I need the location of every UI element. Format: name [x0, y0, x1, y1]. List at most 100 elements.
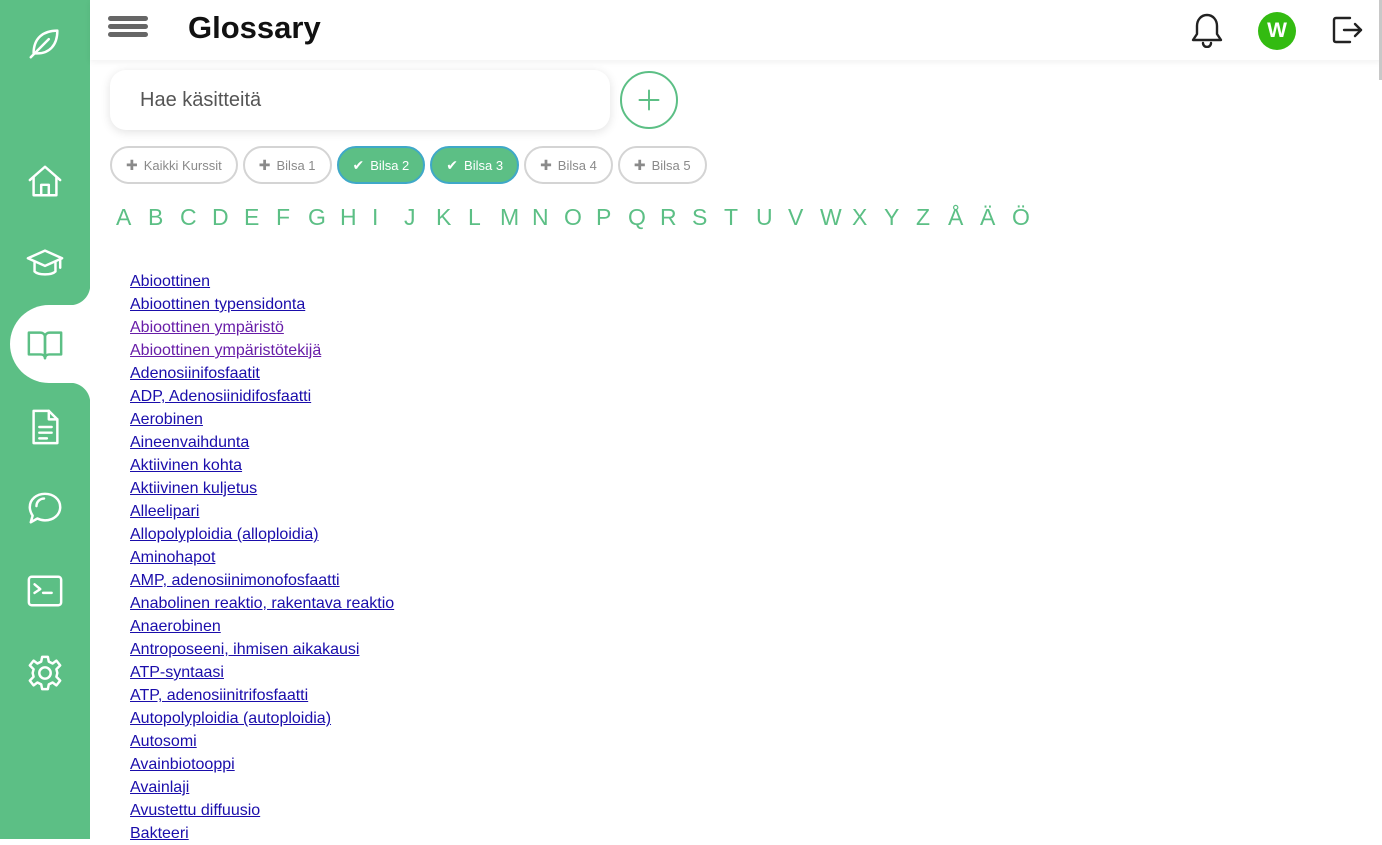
glossary-term-link[interactable]: Adenosiinifosfaatit [130, 365, 260, 382]
alphabet-letter[interactable]: B [148, 204, 180, 231]
alphabet-letter[interactable]: Ä [980, 204, 1012, 231]
glossary-term-link[interactable]: Aerobinen [130, 411, 203, 428]
filter-chip-label: Bilsa 4 [557, 157, 597, 173]
alphabet-letter[interactable]: J [404, 204, 436, 231]
list-item: Abioottinen ympäristötekijä [130, 339, 394, 362]
alphabet-letter[interactable]: S [692, 204, 724, 231]
alphabet-letter[interactable]: H [340, 204, 372, 231]
filter-chip-bilsa-4[interactable]: ✚ Bilsa 4 [524, 146, 613, 184]
list-item: Adenosiinifosfaatit [130, 362, 394, 385]
check-icon: ✔ [446, 156, 459, 173]
alphabet-letter[interactable]: O [564, 204, 596, 231]
logout-icon [1332, 16, 1363, 44]
sidebar-item-terminal[interactable] [0, 551, 90, 631]
glossary-term-link[interactable]: Avainbiotooppi [130, 756, 235, 773]
filter-chip-label: Bilsa 5 [651, 157, 691, 173]
alphabet-letter[interactable]: D [212, 204, 244, 231]
glossary-term-link[interactable]: Anaerobinen [130, 618, 221, 635]
sidebar-item-settings[interactable] [0, 633, 90, 713]
list-item: ATP-syntaasi [130, 661, 394, 684]
alphabet-letter[interactable]: N [532, 204, 564, 231]
list-item: Abioottinen typensidonta [130, 293, 394, 316]
search-input[interactable] [110, 70, 610, 130]
logout-button[interactable] [1330, 13, 1364, 47]
glossary-term-link[interactable]: Anabolinen reaktio, rakentava reaktio [130, 595, 394, 612]
list-item: Alleelipari [130, 500, 394, 523]
glossary-term-link[interactable]: Aineenvaihdunta [130, 434, 249, 451]
glossary-term-link[interactable]: Abioottinen [130, 273, 210, 290]
top-bar: Glossary W [90, 0, 1382, 60]
sidebar-logo[interactable] [0, 2, 90, 82]
glossary-term-link[interactable]: Aminohapot [130, 549, 215, 566]
alphabet-letter[interactable]: A [116, 204, 148, 231]
alphabet-letter[interactable]: M [500, 204, 532, 231]
glossary-term-link[interactable]: Aktiivinen kuljetus [130, 480, 257, 497]
alphabet-letter[interactable]: L [468, 204, 500, 231]
glossary-term-link[interactable]: Bakteeri [130, 825, 189, 842]
alphabet-letter[interactable]: R [660, 204, 692, 231]
list-item: Avustettu diffuusio [130, 799, 394, 822]
glossary-term-link[interactable]: Alleelipari [130, 503, 199, 520]
hamburger-icon-bar [108, 16, 148, 21]
notifications-button[interactable] [1190, 12, 1224, 49]
alphabet-letter[interactable]: Z [916, 204, 948, 231]
glossary-term-link[interactable]: Abioottinen ympäristötekijä [130, 342, 321, 359]
plus-icon: ✚ [540, 156, 552, 173]
add-term-button[interactable] [620, 71, 678, 129]
alphabet-letter[interactable]: Y [884, 204, 916, 231]
glossary-term-link[interactable]: AMP, adenosiinimonofosfaatti [130, 572, 340, 589]
list-item: ATP, adenosiinitrifosfaatti [130, 684, 394, 707]
filter-chip-label: Bilsa 1 [276, 157, 316, 173]
sidebar-item-home[interactable] [0, 141, 90, 221]
alphabet-letter[interactable]: I [372, 204, 404, 231]
list-item: Aineenvaihdunta [130, 431, 394, 454]
glossary-term-link[interactable]: Autopolyploidia (autoploidia) [130, 710, 331, 727]
search-box [110, 70, 610, 130]
filter-chip-bilsa-2[interactable]: ✔ Bilsa 2 [336, 146, 426, 184]
glossary-term-link[interactable]: Antroposeeni, ihmisen aikakausi [130, 641, 359, 658]
list-item: Aminohapot [130, 546, 394, 569]
terminal-icon [27, 575, 63, 607]
alphabet-letter[interactable]: W [820, 204, 852, 231]
alphabet-letter[interactable]: T [724, 204, 756, 231]
glossary-term-link[interactable]: Avustettu diffuusio [130, 802, 260, 819]
alphabet-letter[interactable]: Å [948, 204, 980, 231]
course-filter-group: ✚ Kaikki Kurssit ✚ Bilsa 1 ✔ Bilsa 2 ✔ Bilsa… [110, 146, 707, 184]
alphabet-letter[interactable]: X [852, 204, 884, 231]
glossary-term-list: Abioottinen Abioottinen typensidonta Abioo… [130, 270, 394, 845]
sidebar-item-documents[interactable] [0, 387, 90, 467]
glossary-term-link[interactable]: ATP, adenosiinitrifosfaatti [130, 687, 308, 704]
glossary-term-link[interactable]: Allopolyploidia (alloploidia) [130, 526, 319, 543]
glossary-term-link[interactable]: Abioottinen ympäristö [130, 319, 284, 336]
alphabet-letter[interactable]: P [596, 204, 628, 231]
sidebar-item-chat[interactable] [0, 469, 90, 549]
filter-chip-all[interactable]: ✚ Kaikki Kurssit [110, 146, 238, 184]
alphabet-letter[interactable]: C [180, 204, 212, 231]
glossary-term-link[interactable]: ATP-syntaasi [130, 664, 224, 681]
glossary-term-link[interactable]: Autosomi [130, 733, 197, 750]
alphabet-letter[interactable]: E [244, 204, 276, 231]
menu-toggle-button[interactable] [108, 16, 150, 42]
user-avatar[interactable]: W [1258, 12, 1296, 50]
alphabet-letter[interactable]: V [788, 204, 820, 231]
bell-icon [1191, 13, 1223, 49]
filter-chip-bilsa-3[interactable]: ✔ Bilsa 3 [430, 146, 520, 184]
glossary-term-link[interactable]: Avainlaji [130, 779, 189, 796]
alphabet-letter[interactable]: Ö [1012, 204, 1044, 231]
filter-chip-label: Bilsa 2 [370, 157, 410, 173]
glossary-term-link[interactable]: Abioottinen typensidonta [130, 296, 305, 313]
alphabet-letter[interactable]: G [308, 204, 340, 231]
list-item: Anaerobinen [130, 615, 394, 638]
glossary-term-link[interactable]: ADP, Adenosiinidifosfaatti [130, 388, 311, 405]
alphabet-letter[interactable]: K [436, 204, 468, 231]
list-item: Avainlaji [130, 776, 394, 799]
glossary-term-link[interactable]: Aktiivinen kohta [130, 457, 242, 474]
sidebar-item-courses[interactable] [0, 223, 90, 303]
filter-chip-bilsa-1[interactable]: ✚ Bilsa 1 [242, 146, 332, 184]
alphabet-letter[interactable]: Q [628, 204, 660, 231]
sidebar-item-glossary[interactable] [0, 304, 90, 384]
alphabet-letter[interactable]: F [276, 204, 308, 231]
filter-chip-bilsa-5[interactable]: ✚ Bilsa 5 [617, 146, 707, 184]
hamburger-icon-bar [108, 24, 148, 29]
alphabet-letter[interactable]: U [756, 204, 788, 231]
